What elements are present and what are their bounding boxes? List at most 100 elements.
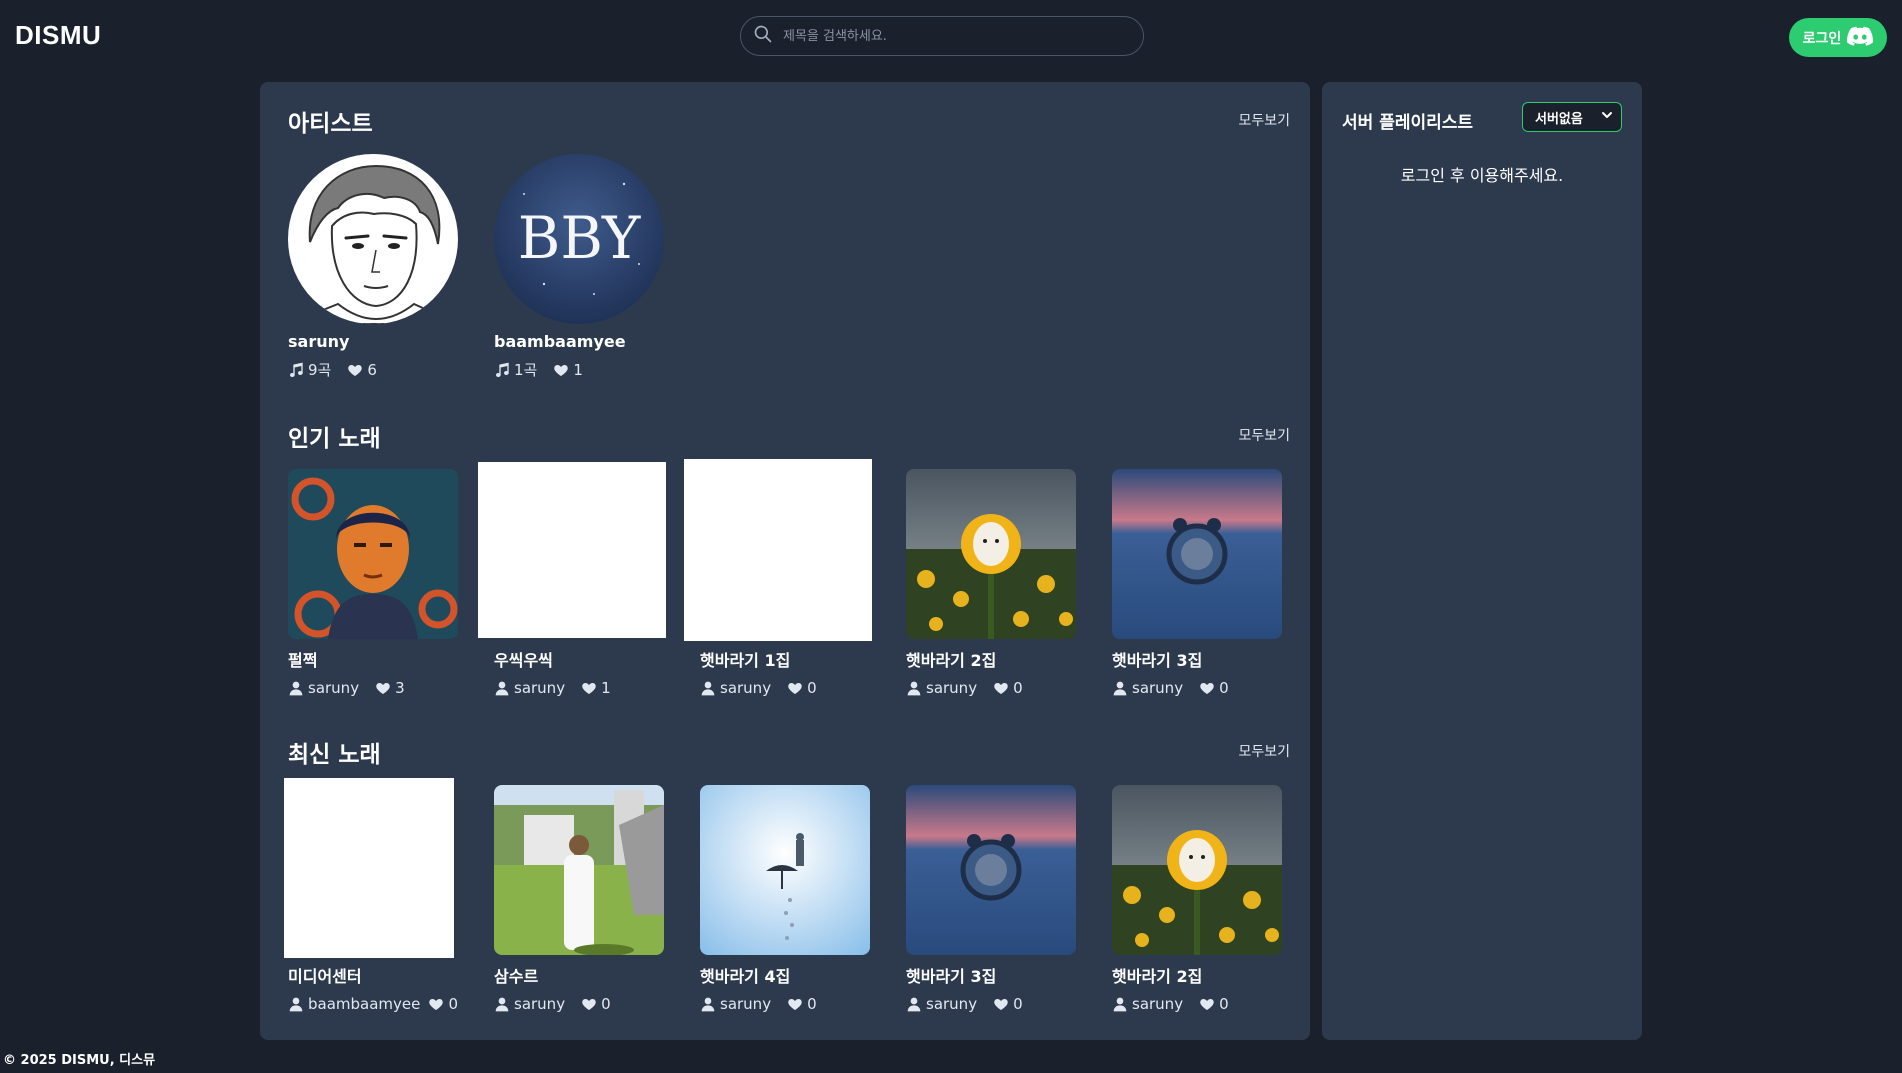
svg-text:BBY: BBY [518, 204, 641, 272]
search-input[interactable] [781, 27, 1125, 45]
song-title[interactable]: 햇바라기 4집 [700, 963, 870, 987]
user-icon [906, 680, 922, 696]
user-icon [1112, 680, 1128, 696]
user-icon [288, 680, 304, 696]
song-artist[interactable]: baambaamyee [308, 995, 420, 1013]
saruny-avatar-illustration [288, 154, 458, 324]
song-like-count: 1 [601, 679, 611, 697]
song-artist[interactable]: saruny [926, 995, 977, 1013]
song-card[interactable]: 햇바라기 2집 saruny 0 [906, 469, 1076, 697]
user-icon [906, 996, 922, 1012]
artist-stats: 1곡 1 [494, 359, 664, 380]
song-stats: saruny 1 [494, 679, 664, 697]
song-card[interactable]: 펄쩍 saruny 3 [288, 469, 458, 697]
song-cover[interactable] [906, 785, 1076, 955]
song-title[interactable]: 햇바라기 2집 [1112, 963, 1282, 987]
user-icon [494, 996, 510, 1012]
artist-name[interactable]: baambaamyee [494, 332, 664, 351]
song-cover[interactable] [288, 469, 458, 639]
music-note-icon [494, 362, 510, 378]
song-card[interactable]: 햇바라기 3집 saruny 0 [906, 785, 1076, 1013]
song-stats: baambaamyee 0 [288, 995, 458, 1013]
artist-avatar[interactable] [288, 154, 458, 324]
song-artist[interactable]: saruny [720, 679, 771, 697]
login-button[interactable]: 로그인 [1789, 18, 1887, 57]
song-title[interactable]: 삼수르 [494, 963, 664, 987]
song-artist[interactable]: saruny [720, 995, 771, 1013]
song-artist[interactable]: saruny [926, 679, 977, 697]
artist-like-count: 6 [367, 360, 377, 379]
song-title[interactable]: 펄쩍 [288, 647, 458, 671]
artist-stats: 9곡 6 [288, 359, 458, 380]
user-icon [494, 680, 510, 696]
artist-song-count: 1곡 [514, 361, 538, 379]
song-card[interactable]: 햇바라기 2집 saruny 0 [1112, 785, 1282, 1013]
artist-card[interactable]: saruny 9곡 6 [288, 154, 458, 380]
song-artist[interactable]: saruny [308, 679, 359, 697]
song-cover[interactable] [284, 778, 454, 958]
song-card[interactable]: 삼수르 saruny 0 [494, 785, 664, 1013]
heart-icon [428, 996, 444, 1012]
song-cover[interactable] [906, 469, 1076, 639]
server-playlist-panel: 서버 플레이리스트 서버없음 로그인 후 이용해주세요. [1322, 82, 1642, 1040]
song-stats: saruny 0 [700, 995, 870, 1013]
song-title[interactable]: 우씩우씩 [494, 647, 664, 671]
song-artist[interactable]: saruny [1132, 679, 1183, 697]
song-title[interactable]: 미디어센터 [288, 963, 458, 987]
app-logo[interactable]: DISMU [15, 20, 101, 51]
song-card[interactable]: 햇바라기 4집 saruny 0 [700, 785, 870, 1013]
song-card[interactable]: 미디어센터 baambaamyee 0 [284, 778, 458, 1013]
heart-icon [787, 996, 803, 1012]
song-like-count: 0 [448, 995, 458, 1013]
artists-see-all-link[interactable]: 모두보기 [1238, 110, 1290, 130]
user-icon [288, 996, 304, 1012]
user-icon [700, 996, 716, 1012]
song-cover[interactable] [700, 785, 870, 955]
heart-icon [581, 996, 597, 1012]
latest-see-all-link[interactable]: 모두보기 [1238, 741, 1290, 761]
song-cover[interactable] [1112, 785, 1282, 955]
song-stats: saruny 0 [1112, 995, 1282, 1013]
search-bar[interactable] [740, 16, 1144, 56]
artist-name[interactable]: saruny [288, 332, 458, 351]
popular-see-all-link[interactable]: 모두보기 [1238, 425, 1290, 445]
song-title[interactable]: 햇바라기 3집 [1112, 647, 1282, 671]
song-cover[interactable] [478, 462, 666, 638]
song-title[interactable]: 햇바라기 1집 [700, 647, 870, 671]
footer-copyright: © 2025 DISMU, 디스뮤 [3, 1053, 156, 1068]
latest-section-title: 최신 노래 [288, 742, 381, 768]
song-like-count: 0 [1219, 995, 1229, 1013]
song-like-count: 0 [807, 995, 817, 1013]
song-like-count: 0 [1219, 679, 1229, 697]
song-cover[interactable] [684, 459, 872, 641]
artist-card[interactable]: BBY baambaamyee 1곡 1 [494, 154, 664, 380]
song-artist[interactable]: saruny [1132, 995, 1183, 1013]
artist-song-count: 9곡 [308, 361, 332, 379]
artist-like-count: 1 [573, 360, 583, 379]
song-stats: saruny 0 [906, 995, 1076, 1013]
song-artist[interactable]: saruny [514, 679, 565, 697]
song-card[interactable]: 햇바라기 3집 saruny 0 [1112, 469, 1282, 697]
song-like-count: 0 [601, 995, 611, 1013]
search-icon [753, 24, 773, 48]
song-stats: saruny 3 [288, 679, 458, 697]
song-cover[interactable] [1112, 469, 1282, 639]
music-note-icon [288, 362, 304, 378]
song-card[interactable]: 햇바라기 1집 saruny 0 [684, 459, 872, 697]
song-stats: saruny 0 [494, 995, 664, 1013]
song-title[interactable]: 햇바라기 2집 [906, 647, 1076, 671]
song-artist[interactable]: saruny [514, 995, 565, 1013]
main-panel: 아티스트 모두보기 saruny 9곡 6 BBY baambaamyee 1곡… [260, 82, 1310, 1040]
server-select-value: 서버없음 [1535, 111, 1583, 127]
song-card[interactable]: 우씩우씩 saruny 1 [478, 462, 666, 697]
song-like-count: 3 [395, 679, 405, 697]
heart-icon [787, 680, 803, 696]
heart-icon [1199, 680, 1215, 696]
heart-icon [553, 362, 569, 378]
song-cover[interactable] [494, 785, 664, 955]
song-title[interactable]: 햇바라기 3집 [906, 963, 1076, 987]
artist-avatar[interactable]: BBY [494, 154, 664, 324]
song-like-count: 0 [807, 679, 817, 697]
server-select[interactable]: 서버없음 [1522, 102, 1622, 132]
artists-section-title: 아티스트 [288, 111, 373, 137]
